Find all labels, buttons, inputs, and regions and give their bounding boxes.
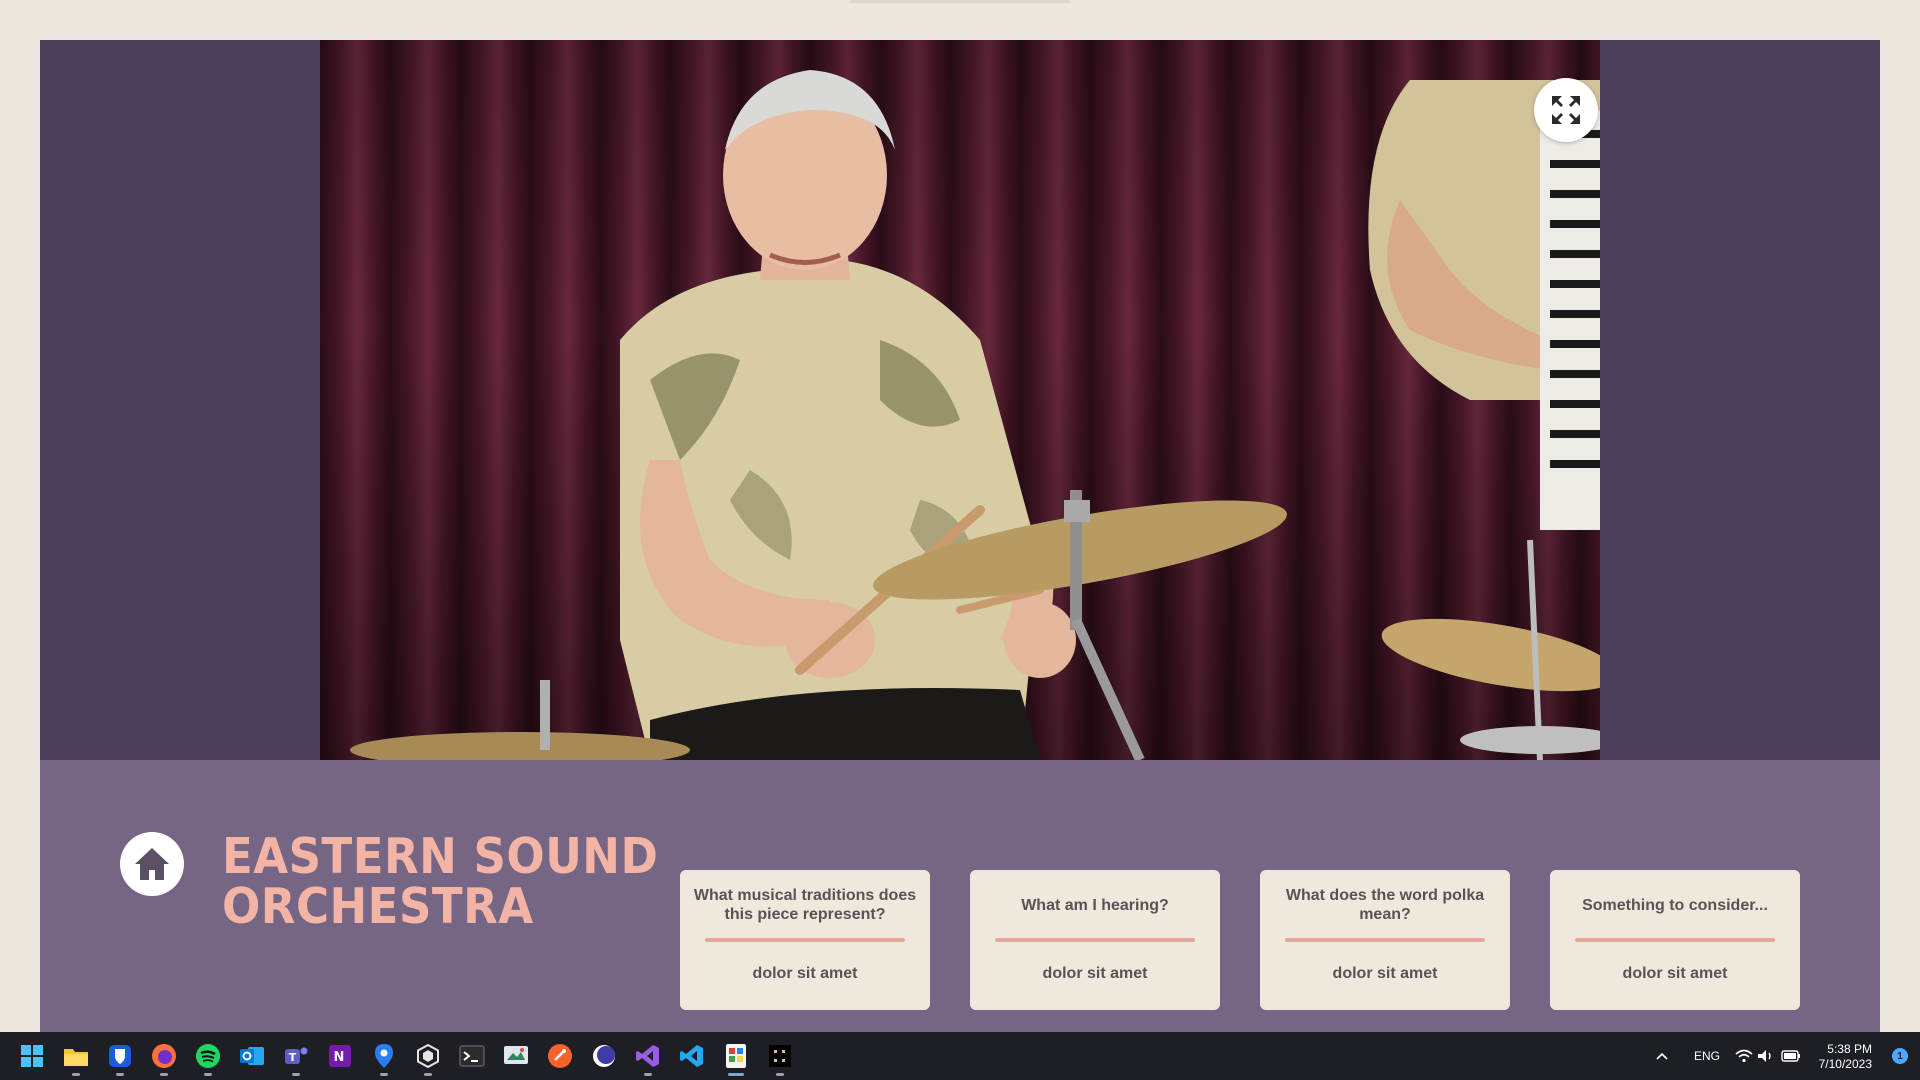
terminal-icon[interactable] (456, 1040, 488, 1072)
outlook-icon[interactable] (236, 1040, 268, 1072)
expand-arrows-icon (1552, 96, 1580, 124)
fullscreen-button[interactable] (1534, 78, 1598, 142)
card-divider (1575, 938, 1775, 942)
video-frame-illustration (350, 70, 1600, 760)
page-title-line-2: ORCHESTRA (222, 878, 534, 935)
vscode-icon[interactable] (676, 1040, 708, 1072)
card-divider (995, 938, 1195, 942)
window-drag-handle[interactable] (850, 0, 1070, 3)
brave-icon[interactable] (544, 1040, 576, 1072)
card-question: Something to consider... (1582, 896, 1768, 914)
spotify-icon[interactable] (192, 1040, 224, 1076)
card-divider (705, 938, 905, 942)
maps-icon[interactable] (368, 1040, 400, 1076)
visual-studio-icon[interactable] (632, 1040, 664, 1076)
teams-icon[interactable]: T (280, 1040, 312, 1076)
card-answer: dolor sit amet (752, 965, 858, 982)
windows-start-icon[interactable] (16, 1040, 48, 1072)
show-hidden-icons-chevron-icon[interactable] (1652, 1040, 1672, 1072)
video-area (40, 40, 1880, 760)
card-question: What does the word polka mean? (1285, 887, 1485, 923)
card-divider (1285, 938, 1485, 942)
language-indicator[interactable]: ENG (1694, 1049, 1720, 1063)
video-player[interactable] (320, 40, 1600, 760)
card-question: What am I hearing? (1021, 896, 1169, 914)
page-title: EASTERN SOUND ORCHESTRA (222, 828, 659, 935)
firefox-icon[interactable] (148, 1040, 180, 1076)
svg-text:T: T (289, 1051, 297, 1064)
question-card-consider[interactable]: Something to consider... dolor sit amet (1550, 870, 1800, 1010)
eclipse-icon[interactable] (588, 1040, 620, 1072)
unity-icon[interactable] (412, 1040, 444, 1076)
notepad-icon[interactable] (764, 1040, 796, 1076)
question-card-hearing[interactable]: What am I hearing? dolor sit amet (970, 870, 1220, 1010)
card-answer: dolor sit amet (1332, 965, 1438, 982)
app-frame: EASTERN SOUND ORCHESTRA What musical tra… (40, 40, 1880, 1032)
info-panel: EASTERN SOUND ORCHESTRA What musical tra… (40, 760, 1880, 1032)
card-answer: dolor sit amet (1622, 965, 1728, 982)
bitwarden-icon[interactable] (104, 1040, 136, 1076)
snipping-tool-icon[interactable] (500, 1040, 532, 1072)
windows-taskbar: T N ENG 5:38 PM 7/10/2023 1 (0, 1032, 1920, 1080)
clock-time: 5:38 PM (1827, 1042, 1872, 1056)
notification-badge[interactable]: 1 (1892, 1048, 1908, 1064)
home-icon (135, 848, 169, 880)
page-title-line-1: EASTERN SOUND (222, 828, 659, 885)
file-explorer-icon[interactable] (60, 1040, 92, 1076)
volume-icon[interactable] (1756, 1040, 1776, 1072)
wifi-icon[interactable] (1734, 1040, 1754, 1072)
card-answer: dolor sit amet (1042, 965, 1148, 982)
svg-text:N: N (334, 1050, 345, 1065)
system-clock[interactable]: 5:38 PM 7/10/2023 (1819, 1042, 1872, 1072)
question-card-traditions[interactable]: What musical traditions does this piece … (680, 870, 930, 1010)
battery-icon[interactable] (1780, 1040, 1802, 1072)
home-button[interactable] (120, 832, 184, 896)
clock-date: 7/10/2023 (1818, 1057, 1872, 1071)
paint-icon[interactable] (720, 1040, 752, 1076)
card-question: What musical traditions does this piece … (693, 887, 917, 923)
question-card-polka[interactable]: What does the word polka mean? dolor sit… (1260, 870, 1510, 1010)
onenote-icon[interactable]: N (324, 1040, 356, 1072)
